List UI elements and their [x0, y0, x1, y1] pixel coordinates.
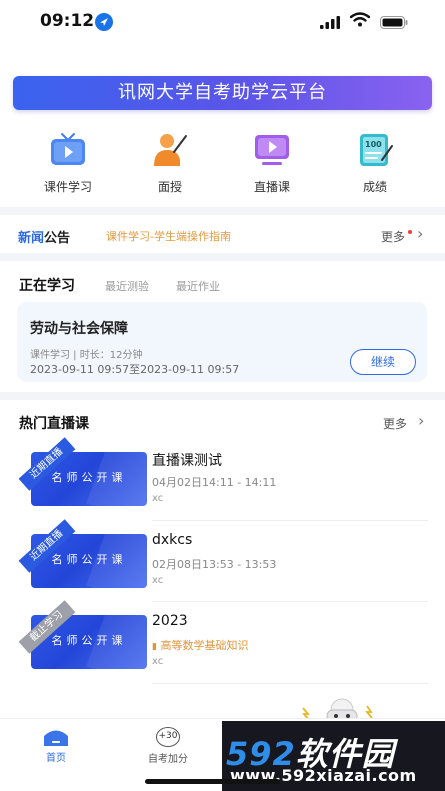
live-course-teacher: xc	[152, 575, 164, 586]
quick-nav-face-to-face[interactable]: 面授	[120, 130, 220, 195]
tv-play-icon	[51, 133, 85, 165]
home-indicator	[145, 779, 280, 784]
live-course-subject-text: 高等数学基础知识	[160, 639, 249, 652]
live-course-teacher: xc	[152, 656, 164, 667]
battery-icon	[380, 14, 408, 33]
quick-nav-label: 成绩	[362, 180, 387, 194]
current-course-card[interactable]: 劳动与社会保障 课件学习 | 时长：12分钟 2023-09-11 09:57至…	[17, 302, 427, 382]
platform-banner[interactable]: 讯网大学自考助学云平台	[13, 76, 432, 110]
bar-chart-icon: ▮	[152, 642, 157, 652]
course-title: 劳动与社会保障	[30, 321, 128, 337]
tab-recent-tests[interactable]: 最近测验	[105, 278, 149, 294]
live-course-name: 直播课测试	[152, 453, 222, 469]
tab-score-bonus[interactable]: +30 自考加分	[140, 727, 196, 765]
tab-score-label: 自考加分	[148, 754, 188, 765]
quick-nav-courseware[interactable]: 课件学习	[18, 130, 118, 195]
row-separator	[152, 601, 428, 602]
quick-nav-live[interactable]: 直播课	[222, 130, 322, 195]
score-bonus-icon: +30	[156, 727, 180, 747]
course-meta: 课件学习 | 时长：12分钟	[30, 350, 143, 361]
cellular-signal-icon	[320, 14, 340, 33]
svg-text:100: 100	[365, 140, 382, 149]
quick-nav-label: 直播课	[253, 180, 290, 194]
live-more-link[interactable]: 更多	[383, 415, 407, 432]
live-course-date: 02月08日13:53 - 13:53	[152, 558, 277, 571]
live-course-teacher: xc	[152, 493, 164, 504]
chevron-right-icon[interactable]: ›	[418, 411, 424, 430]
tab-home-label: 首页	[46, 753, 66, 764]
teacher-icon	[154, 134, 187, 166]
tab-recent-homework[interactable]: 最近作业	[176, 278, 220, 294]
live-course-subject: ▮ 高等数学基础知识	[152, 637, 248, 653]
news-more-link[interactable]: 更多	[381, 228, 405, 245]
news-item-link[interactable]: 课件学习-学生端操作指南	[106, 228, 231, 244]
status-bar: 09:12	[0, 0, 445, 44]
unread-dot-icon	[408, 230, 412, 234]
quick-nav-label: 课件学习	[43, 180, 92, 194]
live-course-name: dxkcs	[152, 532, 193, 548]
quick-nav: 课件学习 面授 直播课 100 成绩	[0, 130, 445, 200]
section-divider	[0, 392, 445, 400]
tab-studying[interactable]: 正在学习	[19, 275, 75, 295]
tab-home[interactable]: 首页	[30, 727, 82, 764]
section-divider	[0, 253, 445, 261]
live-section-header: 热门直播课 更多 ›	[0, 408, 445, 438]
live-play-icon	[255, 135, 289, 165]
continue-button[interactable]: 继续	[350, 349, 416, 375]
live-course-date: 04月02日14:11 - 14:11	[152, 476, 277, 489]
home-icon	[44, 730, 68, 746]
row-separator	[152, 520, 428, 521]
news-label-prefix: 新闻	[18, 231, 45, 246]
row-separator	[152, 683, 428, 684]
location-arrow-icon	[95, 13, 113, 31]
news-label-suffix: 公告	[44, 231, 71, 246]
score-icon: 100	[360, 134, 393, 166]
live-section-title: 热门直播课	[19, 416, 89, 432]
study-tabs: 正在学习 最近测验 最近作业	[0, 270, 445, 300]
live-course-name: 2023	[152, 613, 188, 629]
course-time: 2023-09-11 09:57至2023-09-11 09:57	[30, 363, 240, 376]
section-divider	[0, 207, 445, 215]
news-bar: 新闻公告 课件学习-学生端操作指南 更多 ›	[0, 218, 445, 250]
news-label: 新闻公告	[18, 227, 70, 246]
quick-nav-label: 面授	[157, 180, 182, 194]
wifi-icon	[349, 12, 371, 31]
quick-nav-scores[interactable]: 100 成绩	[325, 130, 425, 195]
chevron-right-icon[interactable]: ›	[417, 224, 423, 243]
status-time: 09:12	[40, 11, 95, 31]
